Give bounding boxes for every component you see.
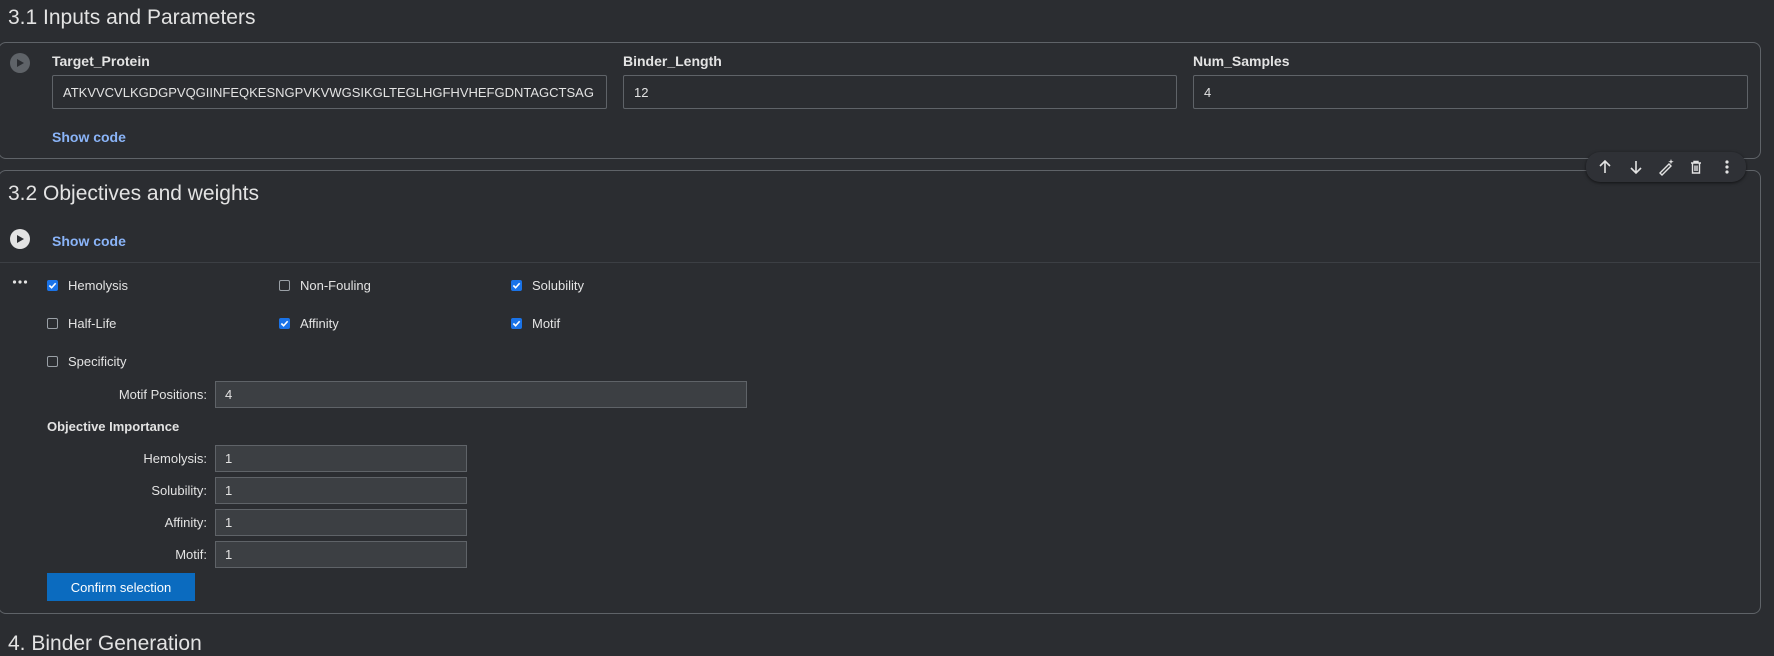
- output-divider: [0, 262, 1760, 263]
- more-options-button[interactable]: [1715, 155, 1739, 179]
- confirm-selection-button[interactable]: Confirm selection: [47, 573, 195, 601]
- num-samples-field[interactable]: [1193, 75, 1748, 109]
- checkbox-box[interactable]: [511, 318, 522, 329]
- checkbox-box[interactable]: [279, 280, 290, 291]
- checkbox-label: Hemolysis: [68, 278, 128, 293]
- motif-positions-label: Motif Positions:: [118, 387, 207, 402]
- checkbox-box[interactable]: [47, 280, 58, 291]
- importance-label-affinity: Affinity:: [164, 515, 207, 530]
- binder-length-field[interactable]: [623, 75, 1177, 109]
- checkbox-solubility[interactable]: Solubility: [511, 278, 584, 293]
- checkbox-motif[interactable]: Motif: [511, 316, 560, 331]
- arrow-up-icon: [1599, 159, 1611, 173]
- objective-importance-heading: Objective Importance: [47, 419, 180, 434]
- checkmark-icon: [512, 282, 521, 289]
- show-code-link[interactable]: Show code: [52, 129, 126, 145]
- output-menu-button[interactable]: [12, 272, 28, 290]
- edit-magic-icon: [1658, 159, 1674, 176]
- delete-icon: [1691, 160, 1702, 174]
- importance-field-hemolysis[interactable]: [215, 445, 467, 472]
- section-heading-4: 4. Binder Generation: [8, 632, 202, 655]
- checkbox-box[interactable]: [47, 356, 58, 367]
- checkbox-non-fouling[interactable]: Non-Fouling: [279, 278, 371, 293]
- show-code-link-objectives[interactable]: Show code: [52, 233, 126, 249]
- checkmark-icon: [512, 320, 521, 327]
- run-cell-button-objectives[interactable]: [10, 229, 30, 249]
- delete-cell-button[interactable]: [1684, 155, 1708, 179]
- param-label-target-protein: Target_Protein: [52, 53, 150, 69]
- checkbox-label: Affinity: [300, 316, 339, 331]
- importance-field-affinity[interactable]: [215, 509, 467, 536]
- checkbox-specificity[interactable]: Specificity: [47, 354, 127, 369]
- checkbox-hemolysis[interactable]: Hemolysis: [47, 278, 128, 293]
- importance-field-solubility[interactable]: [215, 477, 467, 504]
- section-heading-3-2: 3.2 Objectives and weights: [8, 182, 259, 205]
- edit-magic-button[interactable]: [1654, 155, 1678, 179]
- checkmark-icon: [48, 282, 57, 289]
- cell-toolbar: [1586, 152, 1746, 182]
- target-protein-field[interactable]: [52, 75, 607, 109]
- checkbox-label: Half-Life: [68, 316, 117, 331]
- importance-field-motif[interactable]: [215, 541, 467, 568]
- play-icon: [17, 59, 24, 67]
- checkbox-label: Specificity: [68, 354, 127, 369]
- motif-positions-field[interactable]: [215, 381, 747, 408]
- importance-label-motif: Motif:: [175, 547, 207, 562]
- checkbox-half-life[interactable]: Half-Life: [47, 316, 116, 331]
- more-horiz-icon: [12, 280, 28, 284]
- arrow-down-icon: [1630, 161, 1642, 175]
- param-label-binder-length: Binder_Length: [623, 53, 722, 69]
- checkbox-box[interactable]: [279, 318, 290, 329]
- move-down-button[interactable]: [1624, 155, 1648, 179]
- checkbox-box[interactable]: [47, 318, 58, 329]
- section-heading-3-1: 3.1 Inputs and Parameters: [8, 6, 256, 29]
- checkbox-label: Solubility: [532, 278, 585, 293]
- importance-label-hemolysis: Hemolysis:: [143, 451, 207, 466]
- checkbox-label: Non-Fouling: [300, 278, 371, 293]
- run-cell-button[interactable]: [10, 53, 30, 73]
- checkbox-label: Motif: [532, 316, 561, 331]
- play-icon: [17, 235, 24, 243]
- checkbox-affinity[interactable]: Affinity: [279, 316, 339, 331]
- more-vert-icon: [1725, 160, 1729, 174]
- checkbox-box[interactable]: [511, 280, 522, 291]
- importance-label-solubility: Solubility:: [151, 483, 207, 498]
- move-up-button[interactable]: [1593, 155, 1617, 179]
- checkmark-icon: [280, 320, 289, 327]
- param-label-num-samples: Num_Samples: [1193, 53, 1290, 69]
